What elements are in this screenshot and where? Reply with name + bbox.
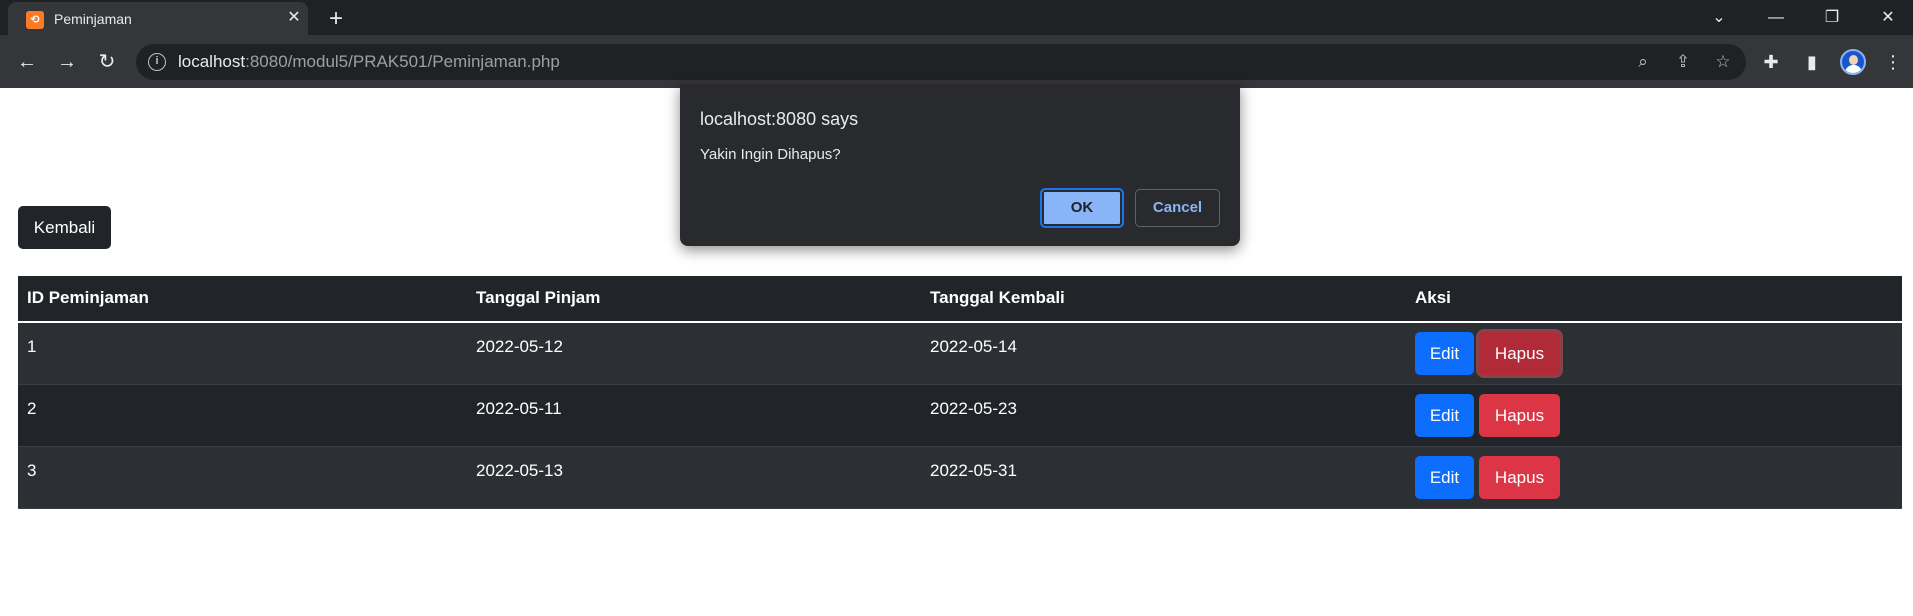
- confirm-dialog: localhost:8080 says Yakin Ingin Dihapus?…: [680, 84, 1240, 246]
- cell-tanggal-pinjam: 2022-05-11: [476, 399, 562, 418]
- address-bar[interactable]: i localhost:8080/modul5/PRAK501/Peminjam…: [136, 44, 1746, 80]
- header-aksi: Aksi: [1415, 288, 1451, 307]
- profile-avatar[interactable]: [1840, 49, 1866, 75]
- cell-tanggal-pinjam: 2022-05-13: [476, 461, 563, 480]
- bookmark-star-icon[interactable]: ☆: [1710, 49, 1736, 75]
- tab-search-chevron-down-icon[interactable]: ⌄: [1696, 0, 1742, 35]
- header-tanggal-pinjam: Tanggal Pinjam: [476, 288, 601, 307]
- hapus-button[interactable]: Hapus: [1479, 456, 1560, 499]
- kebab-menu-icon[interactable]: ⋮: [1878, 47, 1908, 77]
- kembali-button[interactable]: Kembali: [18, 206, 111, 249]
- browser-tab[interactable]: ⟲ Peminjaman ✕: [8, 2, 308, 35]
- side-panel-icon[interactable]: ▮: [1797, 47, 1827, 77]
- close-tab-icon[interactable]: ✕: [284, 8, 304, 28]
- site-info-icon[interactable]: i: [148, 53, 166, 71]
- dialog-title: localhost:8080 says: [700, 109, 859, 129]
- hapus-button[interactable]: Hapus: [1479, 332, 1560, 375]
- dialog-ok-button[interactable]: OK: [1040, 188, 1124, 228]
- header-id-peminjaman: ID Peminjaman: [27, 288, 149, 307]
- browser-toolbar: ← → ↻ i localhost:8080/modul5/PRAK501/Pe…: [0, 35, 1913, 88]
- edit-button[interactable]: Edit: [1415, 394, 1474, 437]
- avatar-head: [1849, 55, 1858, 65]
- url-text[interactable]: localhost:8080/modul5/PRAK501/Peminjaman…: [178, 52, 560, 72]
- reload-icon[interactable]: ↻: [92, 47, 122, 77]
- forward-arrow-icon[interactable]: →: [52, 47, 82, 77]
- minimize-window-button[interactable]: —: [1753, 0, 1799, 35]
- zoom-icon[interactable]: ⌕: [1630, 49, 1656, 75]
- url-host: localhost: [178, 52, 246, 71]
- header-tanggal-kembali: Tanggal Kembali: [930, 288, 1065, 307]
- edit-button[interactable]: Edit: [1415, 332, 1474, 375]
- url-path: :8080/modul5/PRAK501/Peminjaman.php: [245, 52, 560, 71]
- table-row: 2 2022-05-11 2022-05-23 Edit Hapus: [18, 385, 1902, 447]
- hapus-button[interactable]: Hapus: [1479, 394, 1560, 437]
- avatar-body: [1845, 65, 1862, 73]
- cell-tanggal-kembali: 2022-05-31: [930, 461, 1017, 480]
- table-row: 1 2022-05-12 2022-05-14 Edit Hapus: [18, 323, 1902, 385]
- dialog-message: Yakin Ingin Dihapus?: [700, 146, 841, 163]
- table-header: ID Peminjaman Tanggal Pinjam Tanggal Kem…: [18, 276, 1902, 323]
- new-tab-button[interactable]: +: [322, 6, 350, 34]
- close-window-button[interactable]: ✕: [1865, 0, 1911, 35]
- peminjaman-table: ID Peminjaman Tanggal Pinjam Tanggal Kem…: [18, 276, 1902, 509]
- xampp-favicon-icon: ⟲: [26, 11, 44, 29]
- cell-id: 2: [27, 399, 37, 418]
- restore-window-button[interactable]: ❐: [1809, 0, 1855, 35]
- cell-id: 3: [27, 461, 37, 480]
- cell-tanggal-kembali: 2022-05-14: [930, 337, 1017, 356]
- dialog-cancel-button[interactable]: Cancel: [1135, 189, 1220, 227]
- back-arrow-icon[interactable]: ←: [12, 47, 42, 77]
- share-icon[interactable]: ⇪: [1670, 49, 1696, 75]
- tab-strip: ⟲ Peminjaman ✕ + ⌄ — ❐ ✕: [0, 0, 1913, 35]
- cell-tanggal-kembali: 2022-05-23: [930, 399, 1017, 418]
- edit-button[interactable]: Edit: [1415, 456, 1474, 499]
- cell-tanggal-pinjam: 2022-05-12: [476, 337, 563, 356]
- table-row: 3 2022-05-13 2022-05-31 Edit Hapus: [18, 447, 1902, 509]
- cell-id: 1: [27, 337, 37, 356]
- tab-title: Peminjaman: [54, 11, 132, 27]
- extensions-puzzle-icon[interactable]: ✚: [1756, 47, 1786, 77]
